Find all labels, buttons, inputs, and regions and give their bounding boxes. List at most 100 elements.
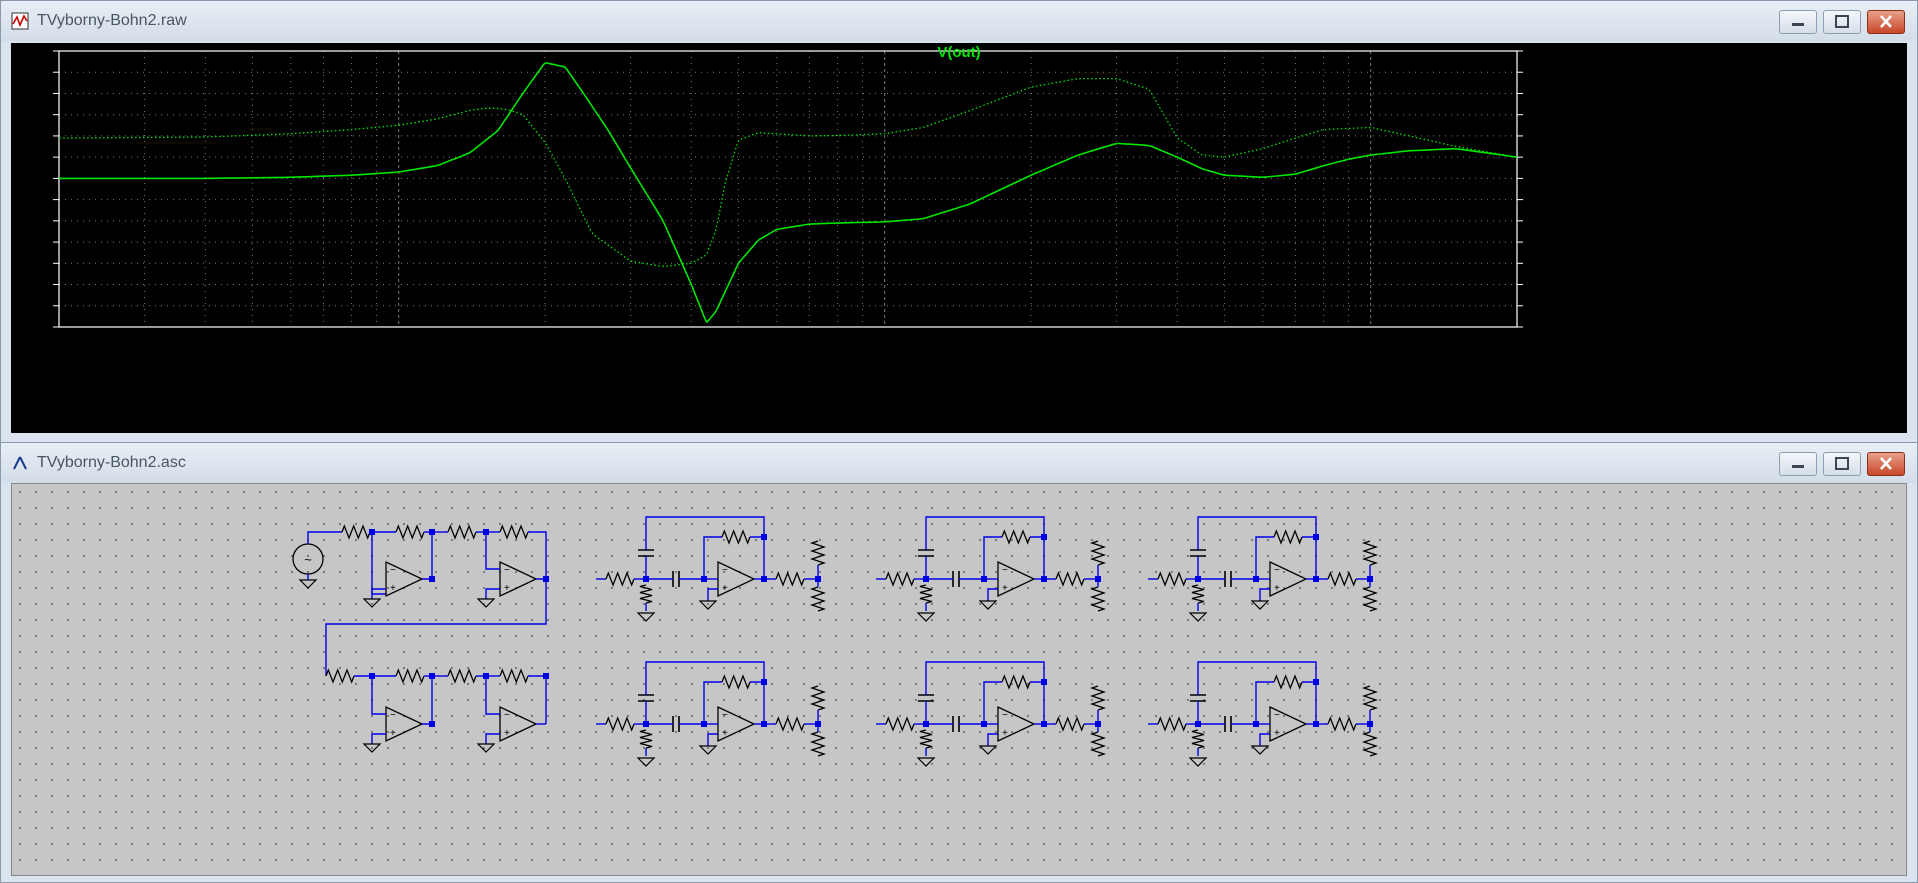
resistor-symbol[interactable] bbox=[809, 685, 827, 711]
resistor-symbol[interactable] bbox=[341, 524, 371, 540]
resistor-symbol[interactable] bbox=[395, 524, 425, 540]
resistor-symbol[interactable] bbox=[1089, 685, 1107, 711]
magnitude-trace[interactable] bbox=[58, 62, 1518, 323]
schematic-canvas[interactable]: ~ − + − + − + − + − + − + − + − + − + − + bbox=[11, 483, 1907, 876]
resistor-symbol[interactable] bbox=[1089, 586, 1107, 612]
capacitor-symbol[interactable] bbox=[918, 694, 934, 702]
minimize-button[interactable] bbox=[1779, 10, 1817, 34]
resistor-symbol[interactable] bbox=[1273, 529, 1303, 545]
resistor-symbol[interactable] bbox=[447, 524, 477, 540]
resistor-symbol[interactable] bbox=[1055, 571, 1085, 587]
resistor-symbol[interactable] bbox=[1157, 571, 1187, 587]
resistor-symbol[interactable] bbox=[499, 524, 529, 540]
wire[interactable] bbox=[371, 676, 386, 715]
capacitor-symbol[interactable] bbox=[672, 716, 680, 732]
wire[interactable] bbox=[485, 588, 500, 599]
close-button[interactable] bbox=[1867, 452, 1905, 476]
wire[interactable] bbox=[1030, 536, 1045, 579]
wire[interactable] bbox=[1302, 536, 1317, 579]
wire[interactable] bbox=[485, 532, 500, 570]
wire[interactable] bbox=[485, 676, 500, 715]
capacitor-symbol[interactable] bbox=[638, 549, 654, 557]
resistor-symbol[interactable] bbox=[885, 716, 915, 732]
resistor-symbol[interactable] bbox=[1001, 674, 1031, 690]
capacitor-symbol[interactable] bbox=[1224, 571, 1232, 587]
wire[interactable] bbox=[1259, 733, 1270, 746]
capacitor-symbol[interactable] bbox=[1190, 694, 1206, 702]
resistor-symbol[interactable] bbox=[1191, 729, 1205, 749]
waveform-titlebar[interactable]: TVyborny-Bohn2.raw bbox=[1, 1, 1917, 41]
resistor-symbol[interactable] bbox=[809, 731, 827, 757]
wire[interactable] bbox=[1255, 681, 1274, 724]
wire[interactable] bbox=[1255, 536, 1274, 579]
capacitor-symbol[interactable] bbox=[1190, 549, 1206, 557]
wire[interactable] bbox=[987, 588, 998, 601]
resistor-symbol[interactable] bbox=[1327, 571, 1357, 587]
resistor-symbol[interactable] bbox=[1361, 540, 1379, 566]
capacitor-symbol[interactable] bbox=[952, 716, 960, 732]
schematic-window[interactable]: TVyborny-Bohn2.asc ~ − + − + − + − + − + − + − + − + − + − + bbox=[0, 442, 1918, 883]
wire[interactable] bbox=[307, 531, 342, 544]
resistor-symbol[interactable] bbox=[721, 674, 751, 690]
wire[interactable] bbox=[987, 733, 998, 746]
wire[interactable] bbox=[707, 733, 718, 746]
capacitor-symbol[interactable] bbox=[638, 694, 654, 702]
resistor-symbol[interactable] bbox=[605, 716, 635, 732]
wire[interactable] bbox=[1302, 681, 1317, 724]
resistor-symbol[interactable] bbox=[775, 716, 805, 732]
capacitor-symbol[interactable] bbox=[672, 571, 680, 587]
schematic-titlebar[interactable]: TVyborny-Bohn2.asc bbox=[1, 443, 1917, 483]
maximize-button[interactable] bbox=[1823, 10, 1861, 34]
resistor-symbol[interactable] bbox=[1001, 529, 1031, 545]
wire[interactable] bbox=[371, 532, 386, 595]
resistor-symbol[interactable] bbox=[639, 729, 653, 749]
resistor-symbol[interactable] bbox=[1361, 586, 1379, 612]
resistor-symbol[interactable] bbox=[885, 571, 915, 587]
wire[interactable] bbox=[1030, 681, 1045, 724]
wire[interactable] bbox=[485, 733, 500, 744]
resistor-symbol[interactable] bbox=[775, 571, 805, 587]
schematic-drawing[interactable]: ~ − + − + − + − + − + − + − + − + − + − + bbox=[12, 484, 1906, 875]
waveform-plot-area[interactable]: V(out) bbox=[11, 43, 1907, 433]
resistor-symbol[interactable] bbox=[1361, 731, 1379, 757]
wire[interactable] bbox=[750, 681, 765, 724]
capacitor-symbol[interactable] bbox=[1224, 716, 1232, 732]
wire[interactable] bbox=[703, 536, 722, 579]
resistor-symbol[interactable] bbox=[1327, 716, 1357, 732]
resistor-symbol[interactable] bbox=[919, 584, 933, 604]
wire[interactable] bbox=[528, 675, 547, 724]
resistor-symbol[interactable] bbox=[809, 586, 827, 612]
resistor-symbol[interactable] bbox=[1191, 584, 1205, 604]
wire[interactable] bbox=[371, 733, 386, 744]
wire[interactable] bbox=[707, 588, 718, 601]
capacitor-symbol[interactable] bbox=[918, 549, 934, 557]
resistor-symbol[interactable] bbox=[1361, 685, 1379, 711]
wire[interactable] bbox=[983, 681, 1002, 724]
resistor-symbol[interactable] bbox=[1055, 716, 1085, 732]
resistor-symbol[interactable] bbox=[605, 571, 635, 587]
wire[interactable] bbox=[1259, 588, 1270, 601]
resistor-symbol[interactable] bbox=[1089, 540, 1107, 566]
minimize-button[interactable] bbox=[1779, 452, 1817, 476]
wire[interactable] bbox=[750, 536, 765, 579]
wire[interactable] bbox=[703, 681, 722, 724]
waveform-window[interactable]: TVyborny-Bohn2.raw V(out) bbox=[0, 0, 1918, 443]
resistor-symbol[interactable] bbox=[721, 529, 751, 545]
resistor-symbol[interactable] bbox=[809, 540, 827, 566]
resistor-symbol[interactable] bbox=[1157, 716, 1187, 732]
close-button[interactable] bbox=[1867, 10, 1905, 34]
wire[interactable] bbox=[422, 532, 433, 580]
resistor-symbol[interactable] bbox=[1089, 731, 1107, 757]
resistor-symbol[interactable] bbox=[499, 668, 529, 684]
capacitor-symbol[interactable] bbox=[952, 571, 960, 587]
wire[interactable] bbox=[325, 578, 547, 676]
resistor-symbol[interactable] bbox=[919, 729, 933, 749]
resistor-symbol[interactable] bbox=[447, 668, 477, 684]
resistor-symbol[interactable] bbox=[325, 668, 355, 684]
wire[interactable] bbox=[983, 536, 1002, 579]
bode-plot[interactable]: V(out) bbox=[11, 43, 1907, 433]
resistor-symbol[interactable] bbox=[1273, 674, 1303, 690]
wire[interactable] bbox=[422, 676, 433, 725]
resistor-symbol[interactable] bbox=[639, 584, 653, 604]
wire[interactable] bbox=[528, 531, 547, 579]
